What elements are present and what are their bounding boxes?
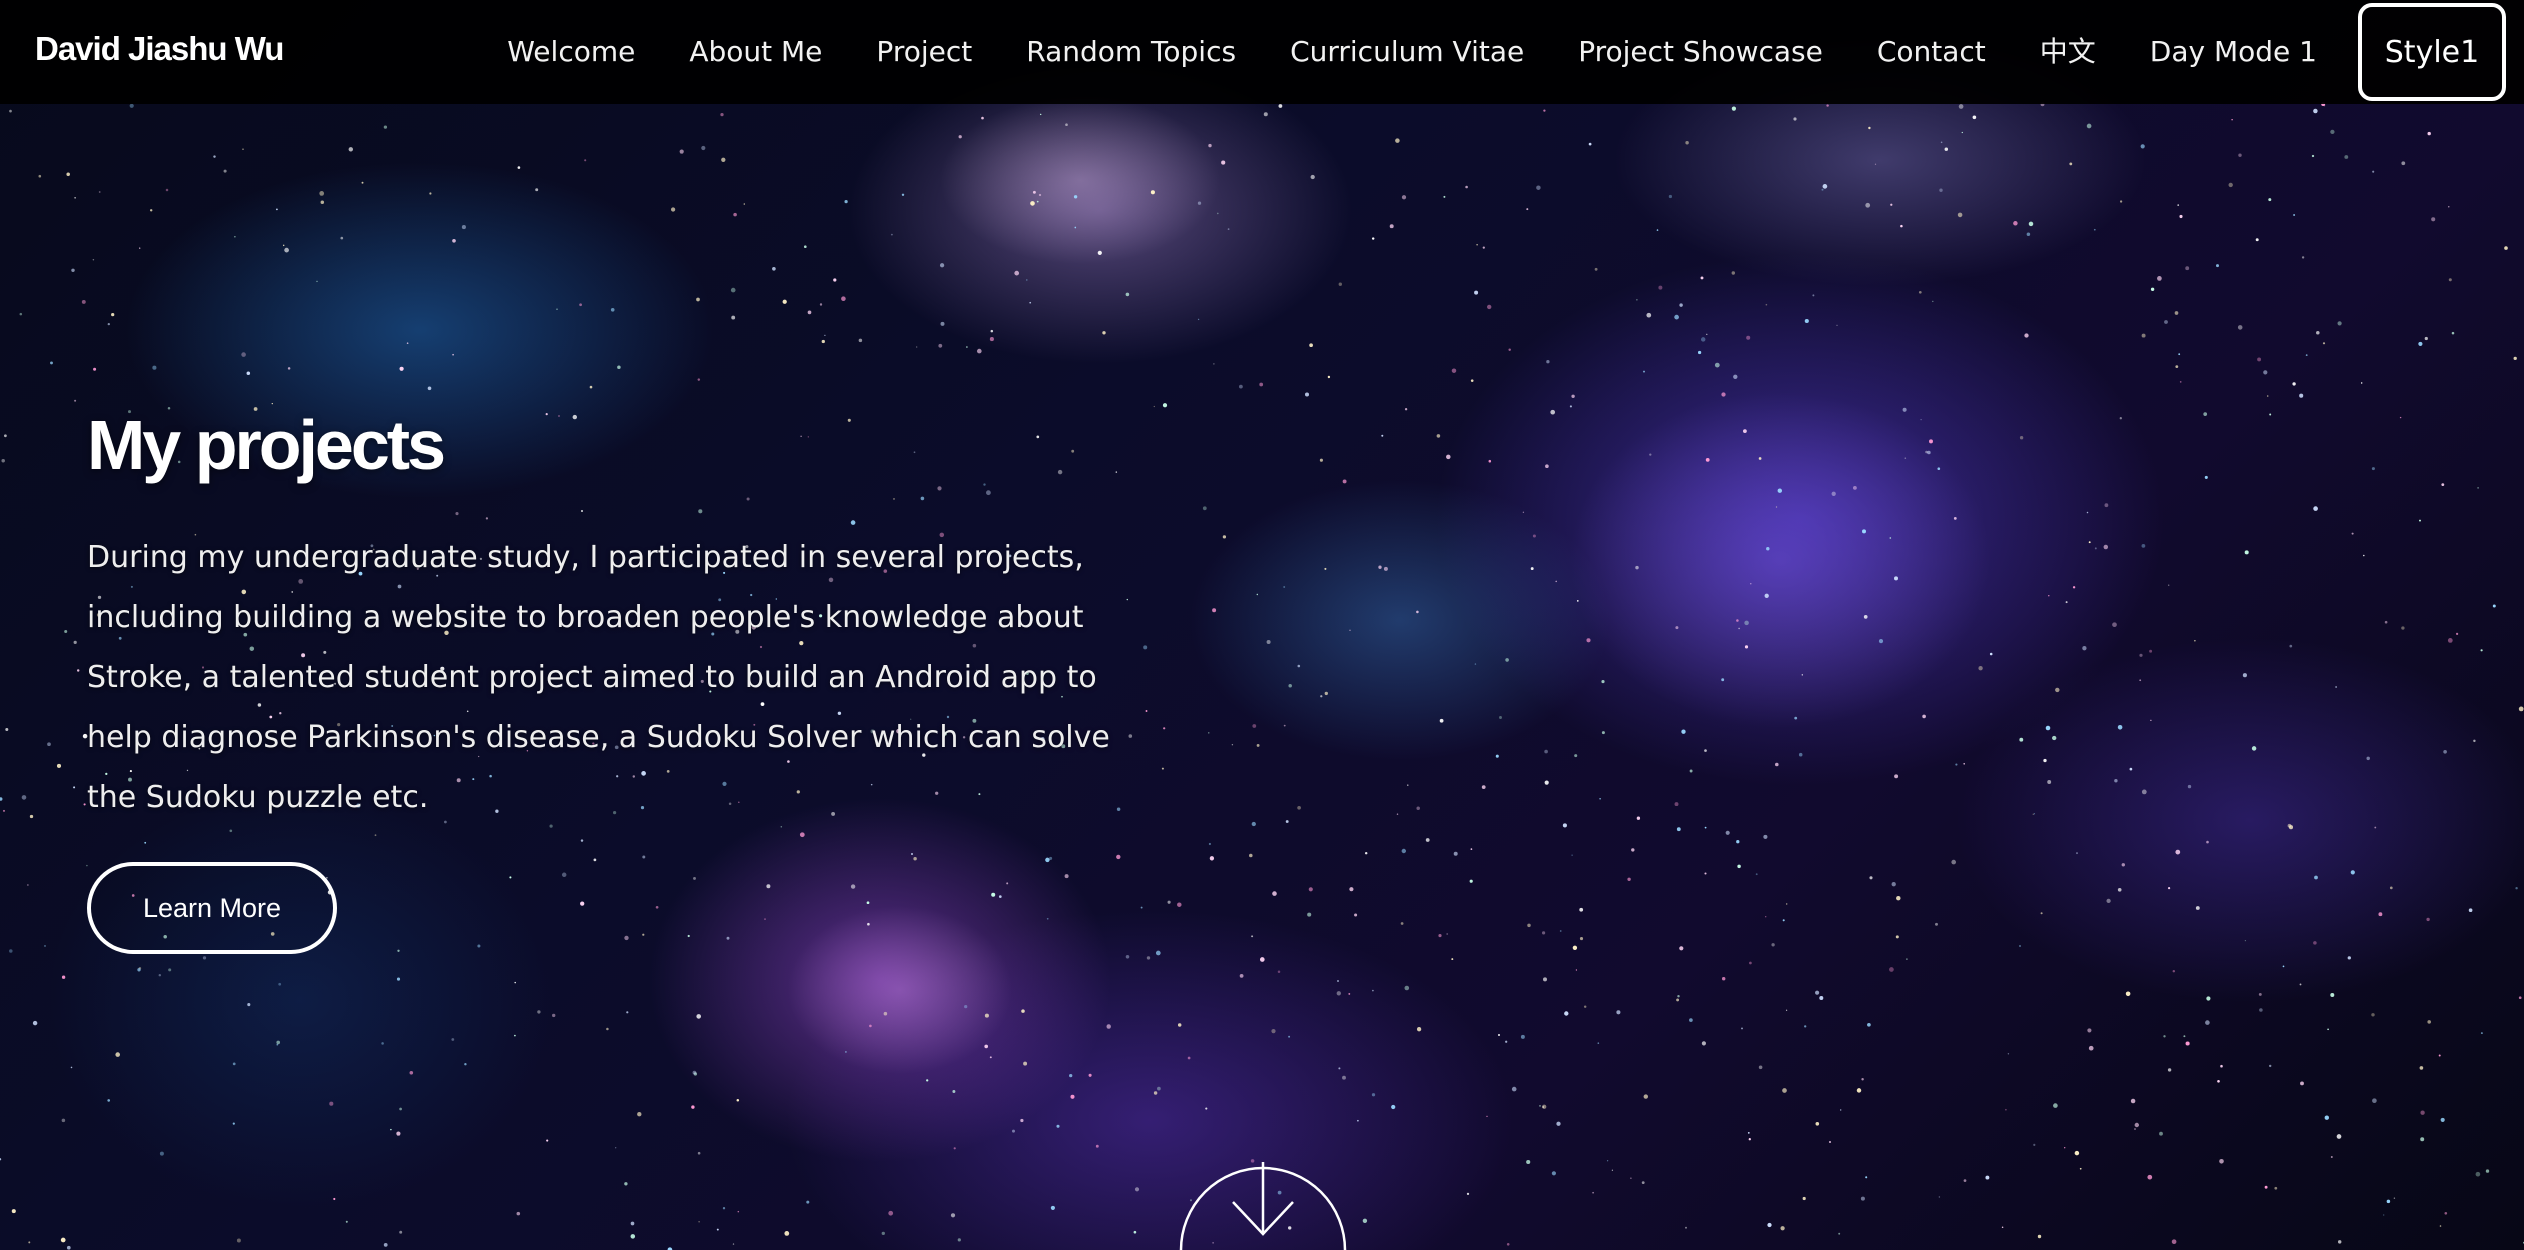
page-title: My projects — [87, 406, 446, 484]
hero-section: My projects During my undergraduate stud… — [87, 400, 1187, 828]
site-brand[interactable]: David Jiashu Wu — [35, 30, 284, 68]
hero-description: During my undergraduate study, I partici… — [87, 540, 1110, 815]
nav-link-contact[interactable]: Contact — [1850, 0, 2013, 104]
nav-link-chinese[interactable]: 中文 — [2013, 0, 2123, 104]
learn-more-button[interactable]: Learn More — [87, 862, 337, 954]
style-toggle-button[interactable]: Style1 — [2358, 3, 2506, 101]
nav-link-curriculum-vitae[interactable]: Curriculum Vitae — [1263, 0, 1551, 104]
nav-link-day-mode[interactable]: Day Mode 1 — [2123, 0, 2344, 104]
nav-link-project[interactable]: Project — [849, 0, 999, 104]
top-navbar: David Jiashu Wu Welcome About Me Project… — [0, 0, 2524, 104]
nav-link-about-me[interactable]: About Me — [662, 0, 849, 104]
nav-link-project-showcase[interactable]: Project Showcase — [1551, 0, 1850, 104]
arrow-down-icon — [1179, 1162, 1347, 1250]
nav-link-random-topics[interactable]: Random Topics — [999, 0, 1263, 104]
nav-link-welcome[interactable]: Welcome — [480, 0, 662, 104]
scroll-down-button[interactable] — [1175, 1140, 1351, 1250]
nav-links: Welcome About Me Project Random Topics C… — [480, 0, 2506, 104]
